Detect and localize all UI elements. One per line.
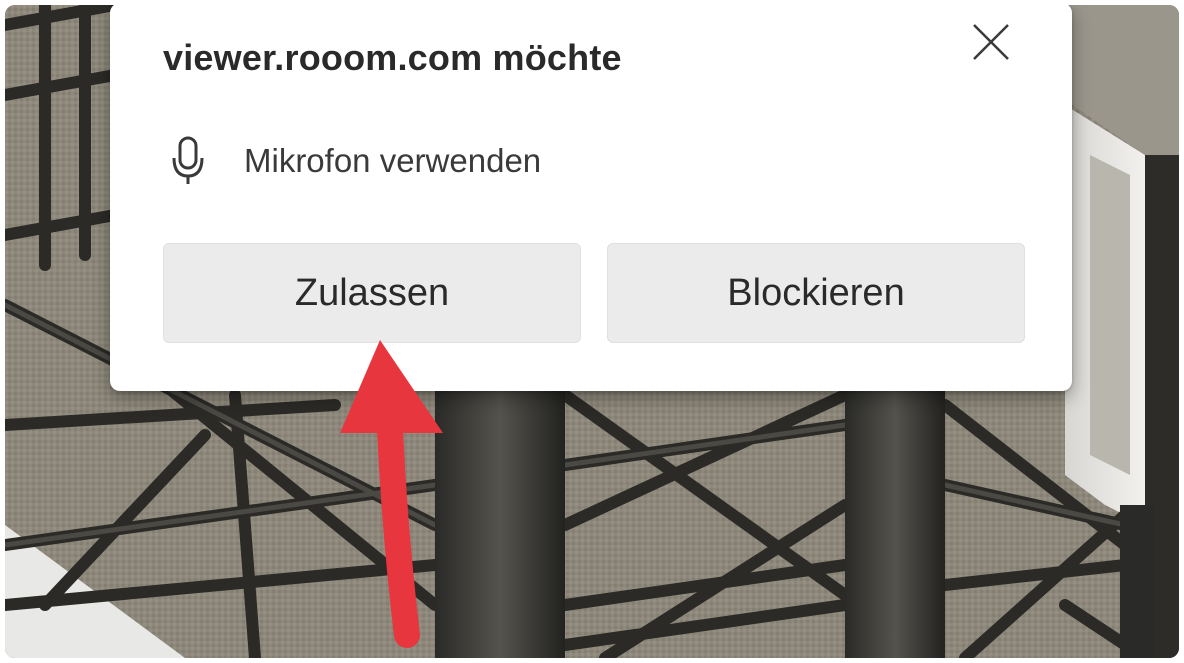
close-icon [973, 24, 1009, 60]
annotation-arrow-icon [340, 340, 443, 648]
block-button[interactable]: Blockieren [607, 243, 1025, 343]
screenshot-frame: viewer.rooom.com möchte Mikrofon verwend… [5, 5, 1179, 658]
microphone-icon [172, 136, 204, 184]
permission-label: Mikrofon verwenden [244, 142, 542, 179]
permission-dialog: viewer.rooom.com möchte Mikrofon verwend… [110, 5, 1072, 391]
permission-row: Mikrofon verwenden [170, 133, 541, 189]
close-button[interactable] [968, 19, 1014, 65]
dialog-title: viewer.rooom.com möchte [163, 37, 622, 78]
allow-button[interactable]: Zulassen [163, 243, 581, 343]
